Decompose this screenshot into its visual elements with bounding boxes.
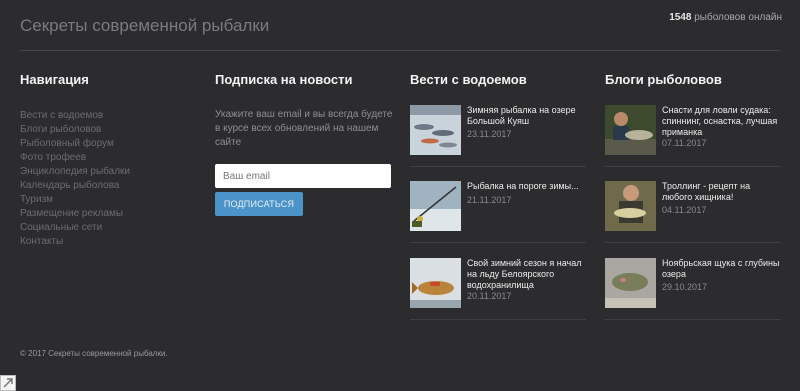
blog-post-date: 29.10.2017 bbox=[662, 282, 708, 292]
nav-link-calendar[interactable]: Календарь рыболова bbox=[20, 179, 190, 193]
subscribe-column: Подписка на новости Укажите ваш email и … bbox=[215, 72, 395, 216]
nav-link-news[interactable]: Вести с водоемов bbox=[20, 109, 190, 123]
nav-link-contacts[interactable]: Контакты bbox=[20, 235, 190, 249]
header-divider bbox=[20, 50, 780, 51]
blog-post-title[interactable]: Снасти для ловли судака: спиннинг, оснас… bbox=[662, 105, 780, 138]
blogs-column: Блоги рыболовов Снасти для ловли судака:… bbox=[605, 72, 781, 320]
nav-link-advertising[interactable]: Размещение рекламы bbox=[20, 207, 190, 221]
blog-post-title[interactable]: Ноябрьская щука с глубины озера bbox=[662, 258, 780, 280]
online-count: 1548 bbox=[669, 12, 692, 23]
news-post[interactable]: Свой зимний сезон я начал на льду Белояр… bbox=[410, 258, 586, 320]
email-input[interactable] bbox=[215, 164, 391, 188]
nav-link-tourism[interactable]: Туризм bbox=[20, 193, 190, 207]
copyright-text: © 2017 Секреты современной рыбалки. bbox=[20, 349, 168, 358]
news-post-date: 23.11.2017 bbox=[467, 129, 512, 139]
blog-post-date: 04.11.2017 bbox=[662, 205, 707, 215]
nav-link-social[interactable]: Социальные сети bbox=[20, 221, 190, 235]
news-column: Вести с водоемов Зимняя рыбалка на озере… bbox=[410, 72, 586, 320]
resize-corner-icon[interactable] bbox=[0, 375, 16, 391]
subscribe-description: Укажите ваш email и вы всегда будете в к… bbox=[215, 109, 393, 148]
ice-fish-thumbnail[interactable] bbox=[410, 105, 461, 155]
subscribe-heading: Подписка на новости bbox=[215, 72, 353, 87]
perch-on-ice-thumbnail[interactable] bbox=[410, 258, 461, 308]
nav-link-trophies[interactable]: Фото трофеев bbox=[20, 151, 190, 165]
news-heading: Вести с водоемов bbox=[410, 72, 527, 87]
news-post-date: 20.11.2017 bbox=[467, 291, 512, 301]
news-post-date: 21.11.2017 bbox=[467, 195, 512, 205]
news-post[interactable]: Рыбалка на пороге зимы... 21.11.2017 bbox=[410, 181, 586, 243]
winter-rod-thumbnail[interactable] bbox=[410, 181, 461, 231]
blog-post-date: 07.11.2017 bbox=[662, 138, 707, 148]
blog-post[interactable]: Снасти для ловли судака: спиннинг, оснас… bbox=[605, 105, 781, 167]
online-label: рыболовов онлайн bbox=[694, 12, 782, 23]
blog-post[interactable]: Троллинг - рецепт на любого хищника! 04.… bbox=[605, 181, 781, 243]
nav-link-encyclopedia[interactable]: Энциклопедия рыбалки bbox=[20, 165, 190, 179]
nav-link-forum[interactable]: Рыболовный форум bbox=[20, 137, 190, 151]
blog-post-title[interactable]: Троллинг - рецепт на любого хищника! bbox=[662, 181, 780, 203]
pike-thumbnail[interactable] bbox=[605, 258, 656, 308]
subscribe-button[interactable]: ПОДПИСАТЬСЯ bbox=[215, 192, 303, 216]
navigation-column: Навигация Вести с водоемов Блоги рыболов… bbox=[20, 72, 190, 249]
zander-catch-thumbnail[interactable] bbox=[605, 105, 656, 155]
news-post-title[interactable]: Свой зимний сезон я начал на льду Белояр… bbox=[467, 258, 585, 291]
online-counter: 1548 рыболовов онлайн bbox=[669, 12, 782, 23]
angler-with-fish-thumbnail[interactable] bbox=[605, 181, 656, 231]
nav-link-blogs[interactable]: Блоги рыболовов bbox=[20, 123, 190, 137]
navigation-heading: Навигация bbox=[20, 72, 89, 87]
news-post-title[interactable]: Зимняя рыбалка на озере Большой Куяш bbox=[467, 105, 585, 127]
blog-post[interactable]: Ноябрьская щука с глубины озера 29.10.20… bbox=[605, 258, 781, 320]
news-post-title[interactable]: Рыбалка на пороге зимы... bbox=[467, 181, 585, 192]
blogs-heading: Блоги рыболовов bbox=[605, 72, 722, 87]
news-post[interactable]: Зимняя рыбалка на озере Большой Куяш 23.… bbox=[410, 105, 586, 167]
navigation-list: Вести с водоемов Блоги рыболовов Рыболов… bbox=[20, 109, 190, 249]
site-title[interactable]: Секреты современной рыбалки bbox=[20, 16, 269, 36]
